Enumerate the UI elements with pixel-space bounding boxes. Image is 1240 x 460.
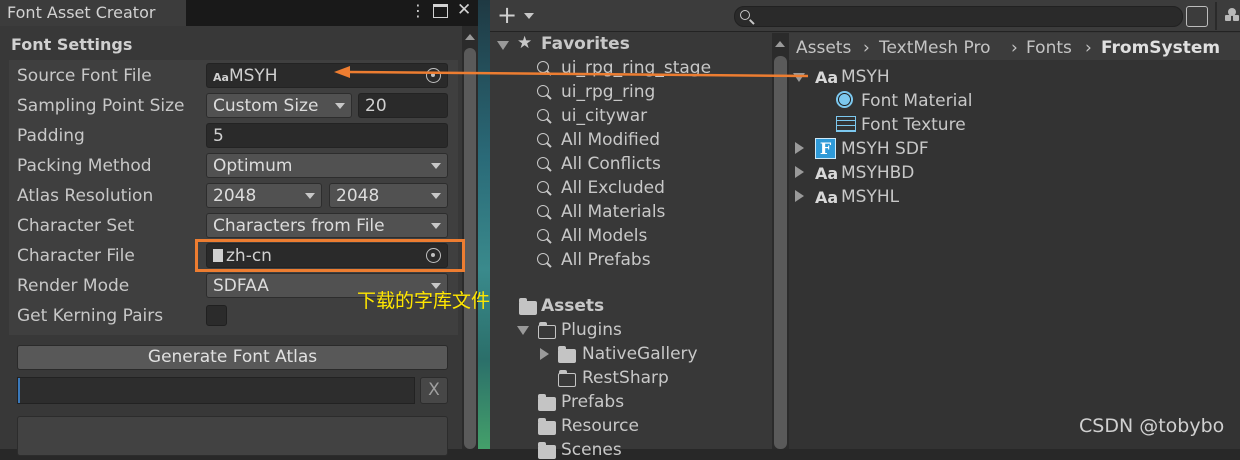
annotation-arrow: [334, 66, 809, 78]
annotation-highlight-box: [195, 239, 465, 272]
watermark: CSDN @tobybo: [1079, 415, 1225, 437]
annotation-label: 下载的字库文件: [357, 290, 491, 312]
